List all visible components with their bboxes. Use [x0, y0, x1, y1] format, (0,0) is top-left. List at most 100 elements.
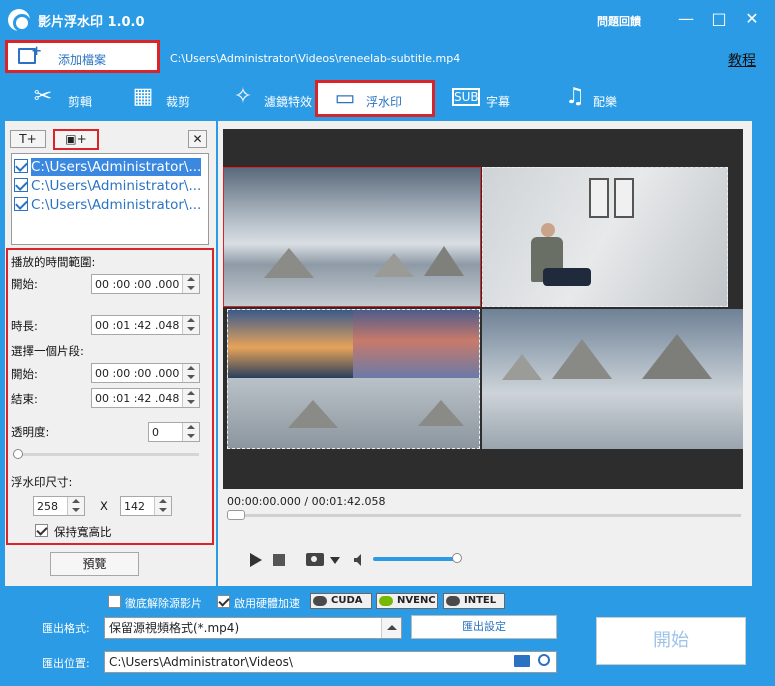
output-location-field[interactable]: C:\Users\Administrator\Videos\ — [104, 651, 557, 673]
video-frame-man-in-chair — [482, 167, 728, 307]
stop-icon[interactable] — [273, 554, 285, 566]
add-file-label: 添加檔案 — [58, 53, 107, 67]
tab-filter-effects[interactable]: ✧ 濾鏡特效 — [228, 80, 318, 118]
cuda-badge: CUDA — [310, 593, 372, 609]
width-input[interactable]: 258 — [33, 496, 85, 516]
timeline-progress-bar[interactable] — [227, 514, 741, 517]
video-frame-saltflats-2 — [482, 309, 743, 449]
export-settings-button[interactable]: 匯出設定 — [411, 615, 557, 639]
keep-ratio-checkbox[interactable] — [35, 524, 48, 537]
item-path: C:\Users\Administrator\... — [31, 197, 202, 213]
tab-clip[interactable]: ✂ 剪輯 — [28, 80, 98, 118]
item-path: C:\Users\Administrator\... — [31, 158, 202, 176]
tab-label: 裁剪 — [166, 95, 191, 109]
spin-arrows-icon[interactable] — [182, 423, 199, 441]
opacity-value: 0 — [152, 426, 159, 439]
maximize-button[interactable]: □ — [709, 10, 729, 30]
deinterlace-checkbox[interactable] — [108, 595, 121, 608]
spin-arrows-icon[interactable] — [182, 316, 199, 334]
segment-start-label: 開始: — [11, 367, 38, 381]
spin-arrows-icon[interactable] — [182, 389, 199, 407]
segment-start-input[interactable]: 00 :00 :00 .000 — [91, 363, 200, 383]
height-input[interactable]: 142 — [120, 496, 172, 516]
deinterlace-label: 徹底解除源影片 — [125, 597, 202, 610]
tab-music[interactable]: ♫ 配樂 — [560, 80, 630, 118]
chevron-down-icon[interactable] — [330, 557, 340, 564]
spin-arrows-icon[interactable] — [182, 364, 199, 382]
video-frame-sunset-collage — [227, 309, 480, 449]
start-time-value: 00 :00 :00 .000 — [95, 278, 180, 291]
play-range-label: 播放的時間範圍: — [11, 255, 96, 269]
play-icon[interactable] — [250, 553, 262, 567]
current-file-path: C:\Users\Administrator\Videos\reneelab-s… — [170, 52, 461, 65]
start-button[interactable]: 開始 — [596, 617, 746, 665]
spin-arrows-icon[interactable] — [154, 497, 171, 515]
list-item[interactable]: C:\Users\Administrator\... — [14, 158, 208, 176]
height-value: 142 — [124, 500, 145, 513]
opacity-slider-thumb[interactable] — [13, 449, 23, 459]
minimize-button[interactable]: — — [676, 10, 696, 30]
watermark-panel: T+ ▣+ ✕ C:\Users\Administrator\... C:\Us… — [5, 121, 216, 586]
start-time-input[interactable]: 00 :00 :00 .000 — [91, 274, 200, 294]
format-select[interactable]: 保留源視頻格式(*.mp4) — [104, 617, 402, 639]
tab-label: 浮水印 — [366, 95, 403, 109]
dropdown-arrow-icon[interactable] — [381, 618, 401, 638]
keep-ratio-label: 保持寬高比 — [54, 525, 112, 539]
opacity-label: 透明度: — [11, 425, 50, 439]
tab-label: 字幕 — [486, 95, 511, 109]
duration-input[interactable]: 00 :01 :42 .048 — [91, 315, 200, 335]
tab-watermark[interactable]: ▭ 浮水印 — [315, 80, 435, 117]
add-image-watermark-button[interactable]: ▣+ — [53, 129, 99, 150]
width-value: 258 — [37, 500, 58, 513]
add-file-icon — [18, 44, 42, 64]
close-button[interactable]: ✕ — [742, 10, 762, 30]
item-checkbox[interactable] — [14, 178, 28, 192]
hw-accel-checkbox[interactable] — [217, 595, 230, 608]
snapshot-camera-icon[interactable] — [306, 553, 324, 566]
list-item[interactable]: C:\Users\Administrator\... — [14, 196, 208, 214]
subtitle-icon: SUB — [452, 88, 480, 106]
duration-label: 時長: — [11, 319, 38, 333]
segment-start-value: 00 :00 :00 .000 — [95, 367, 180, 380]
tab-subtitle[interactable]: SUB 字幕 — [452, 80, 522, 118]
location-label: 匯出位置: — [42, 657, 90, 670]
help-feedback-link[interactable]: 問題回饋 — [597, 13, 641, 29]
volume-icon[interactable] — [354, 554, 364, 566]
volume-slider[interactable] — [373, 557, 459, 561]
scissors-film-icon: ✂ — [33, 84, 53, 109]
watermark-icon: ▭ — [334, 86, 356, 111]
tutorial-link[interactable]: 教程 — [728, 50, 756, 70]
remove-watermark-button[interactable]: ✕ — [188, 130, 207, 148]
duration-value: 00 :01 :42 .048 — [95, 319, 180, 332]
segment-end-label: 結束: — [11, 392, 38, 406]
crop-film-icon: ▦ — [132, 84, 154, 109]
preview-button[interactable]: 預覽 — [50, 552, 139, 576]
spin-arrows-icon[interactable] — [67, 497, 84, 515]
add-text-watermark-button[interactable]: T+ — [10, 130, 46, 148]
item-checkbox[interactable] — [14, 197, 28, 211]
tab-crop[interactable]: ▦ 裁剪 — [128, 80, 218, 118]
timeline-thumb[interactable] — [227, 510, 245, 520]
output-location-value: C:\Users\Administrator\Videos\ — [109, 655, 293, 669]
folder-icon[interactable] — [514, 655, 530, 667]
spin-arrows-icon[interactable] — [182, 275, 199, 293]
item-checkbox[interactable] — [14, 159, 28, 173]
segment-end-input[interactable]: 00 :01 :42 .048 — [91, 388, 200, 408]
segment-label: 選擇一個片段: — [11, 344, 84, 358]
watermark-list[interactable]: C:\Users\Administrator\... C:\Users\Admi… — [11, 153, 209, 245]
list-item[interactable]: C:\Users\Administrator\... — [14, 177, 208, 195]
time-readout: 00:00:00.000 / 00:01:42.058 — [227, 495, 386, 508]
size-separator: X — [100, 499, 108, 513]
opacity-input[interactable]: 0 — [148, 422, 200, 442]
size-label: 浮水印尺寸: — [11, 475, 73, 489]
add-file-button[interactable]: 添加檔案 — [5, 40, 160, 73]
format-label: 匯出格式: — [42, 622, 90, 635]
preview-area: 00:00:00.000 / 00:01:42.058 — [218, 121, 752, 586]
video-canvas[interactable] — [223, 129, 743, 489]
app-logo-icon — [8, 9, 31, 32]
music-note-icon: ♫ — [565, 84, 585, 109]
format-value: 保留源視頻格式(*.mp4) — [109, 621, 240, 635]
opacity-slider[interactable] — [13, 453, 199, 456]
search-icon[interactable] — [538, 654, 550, 666]
volume-slider-thumb[interactable] — [452, 553, 462, 563]
